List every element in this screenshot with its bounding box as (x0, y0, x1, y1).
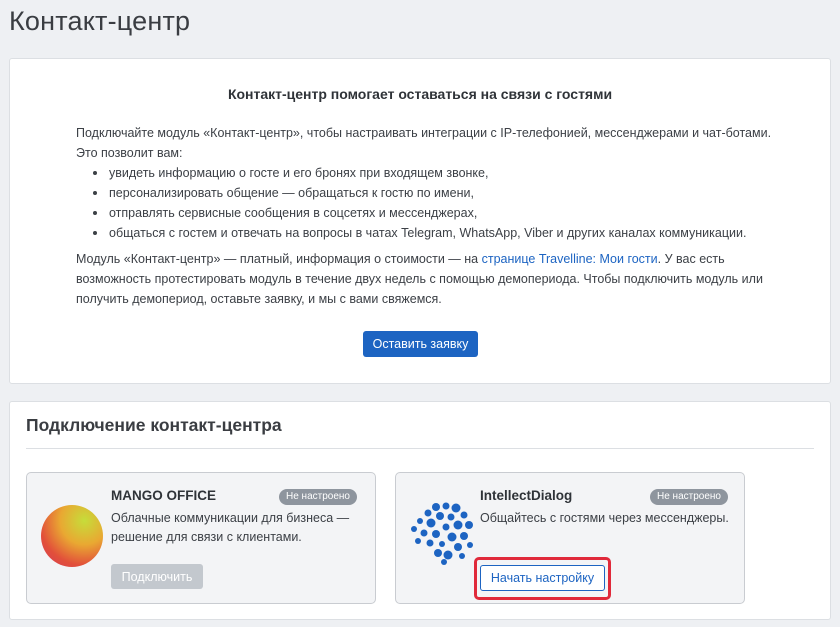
connection-card: Подключение контакт-центра MANGO OFFICE … (9, 401, 831, 620)
status-badge: Не настроено (279, 489, 357, 505)
mango-logo-icon (41, 505, 103, 567)
outro-text-start: Модуль «Контакт-центр» — платный, информ… (76, 252, 482, 266)
brain-icon (411, 502, 473, 565)
info-heading: Контакт-центр помогает оставаться на свя… (227, 86, 613, 102)
submit-request-button[interactable]: Оставить заявку (363, 331, 478, 357)
provider-name: MANGO OFFICE (111, 488, 216, 503)
start-setup-button[interactable]: Начать настройку (480, 565, 605, 591)
connection-title: Подключение контакт-центра (26, 415, 282, 435)
provider-card-intellectdialog: IntellectDialog Не настроено Общайтесь с… (395, 472, 745, 604)
page-title: Контакт-центр (9, 6, 191, 36)
list-item: общаться с гостем и отвечать на вопросы … (76, 223, 772, 243)
pricing-link[interactable]: странице Travelline: Мои гости (482, 252, 658, 266)
provider-card-mango: MANGO OFFICE Не настроено Облачные комму… (26, 472, 376, 604)
list-item: увидеть информацию о госте и его бронях … (76, 163, 772, 183)
provider-description: Общайтесь с гостями через мессенджеры. (480, 511, 729, 525)
info-outro: Модуль «Контакт-центр» — платный, информ… (76, 249, 772, 309)
connect-button[interactable]: Подключить (111, 564, 203, 589)
provider-description: Облачные коммуникации для бизнеса — реше… (111, 511, 350, 544)
status-badge: Не настроено (650, 489, 728, 505)
benefits-list: увидеть информацию о госте и его бронях … (76, 163, 772, 243)
info-intro: Подключайте модуль «Контакт-центр», чтоб… (76, 126, 772, 160)
list-item: отправлять сервисные сообщения в соцсетя… (76, 203, 772, 223)
list-item: персонализировать общение — обращаться к… (76, 183, 772, 203)
divider (26, 448, 814, 449)
provider-name: IntellectDialog (480, 488, 573, 503)
info-card: Контакт-центр помогает оставаться на свя… (9, 58, 831, 384)
